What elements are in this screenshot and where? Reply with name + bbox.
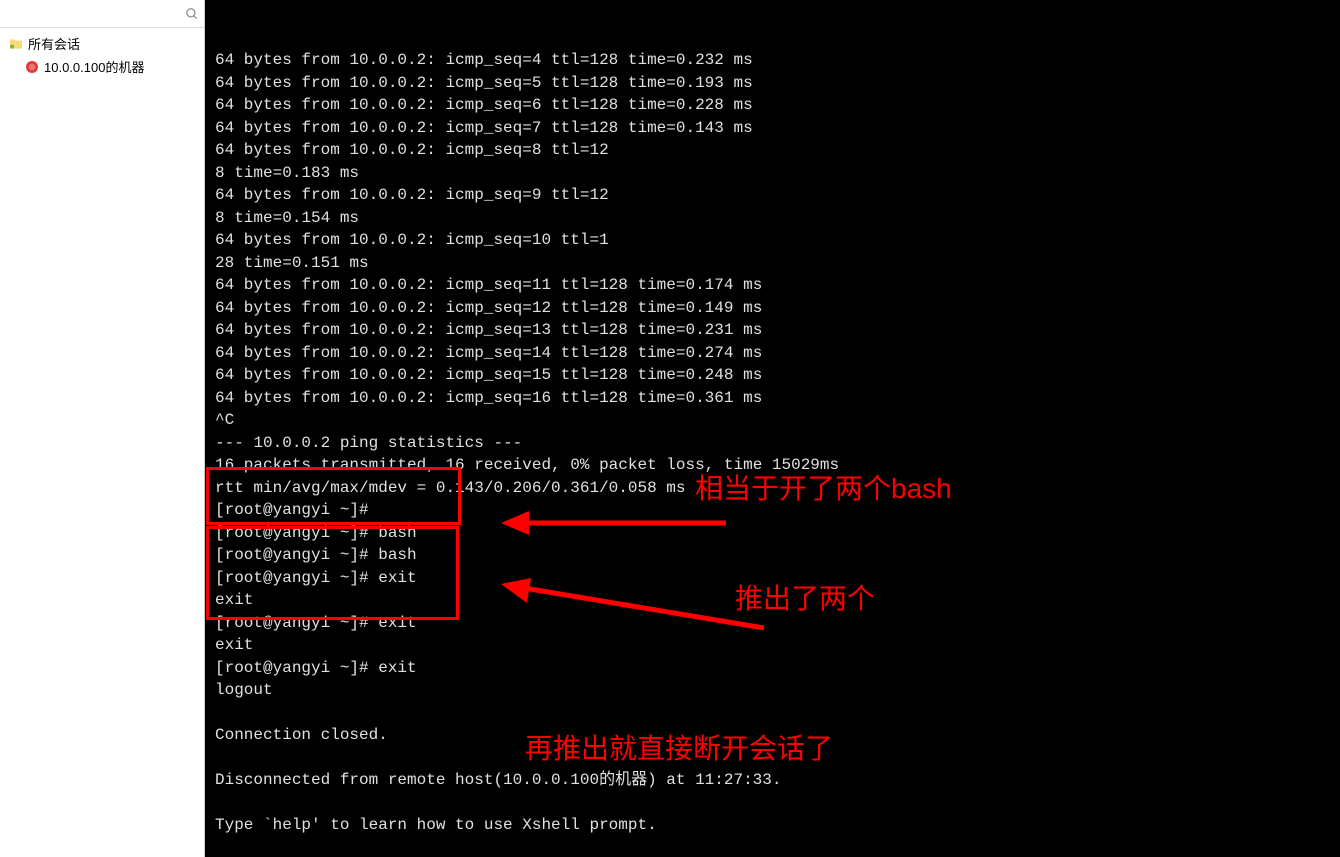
tree-root-label: 所有会话 (28, 34, 80, 53)
sidebar: 所有会话 10.0.0.100的机器 (0, 0, 205, 857)
terminal-line: 64 bytes from 10.0.0.2: icmp_seq=15 ttl=… (215, 364, 1330, 387)
terminal-line: [root@yangyi ~]# bash (215, 522, 1330, 545)
search-icon[interactable] (184, 6, 200, 22)
terminal-line: 64 bytes from 10.0.0.2: icmp_seq=12 ttl=… (215, 297, 1330, 320)
terminal-line: 8 time=0.154 ms (215, 207, 1330, 230)
terminal-line: [root@yangyi ~]# bash (215, 544, 1330, 567)
session-tree: 所有会话 10.0.0.100的机器 (0, 28, 204, 82)
terminal-line: 16 packets transmitted, 16 received, 0% … (215, 454, 1330, 477)
tree-session[interactable]: 10.0.0.100的机器 (0, 55, 204, 78)
terminal-line: Disconnected from remote host(10.0.0.100… (215, 769, 1330, 792)
terminal[interactable]: 64 bytes from 10.0.0.2: icmp_seq=4 ttl=1… (205, 0, 1340, 857)
terminal-line: rtt min/avg/max/mdev = 0.143/0.206/0.361… (215, 477, 1330, 500)
terminal-line: 64 bytes from 10.0.0.2: icmp_seq=16 ttl=… (215, 387, 1330, 410)
search-input[interactable] (4, 3, 184, 25)
search-bar (0, 0, 204, 28)
terminal-line: ^C (215, 409, 1330, 432)
terminal-line: 8 time=0.183 ms (215, 162, 1330, 185)
terminal-line: --- 10.0.0.2 ping statistics --- (215, 432, 1330, 455)
terminal-line: 64 bytes from 10.0.0.2: icmp_seq=10 ttl=… (215, 229, 1330, 252)
terminal-line: exit (215, 634, 1330, 657)
terminal-line: 64 bytes from 10.0.0.2: icmp_seq=4 ttl=1… (215, 49, 1330, 72)
folder-icon (8, 36, 24, 52)
terminal-line: exit (215, 589, 1330, 612)
terminal-line (215, 702, 1330, 725)
terminal-line: [root@yangyi ~]# exit (215, 567, 1330, 590)
terminal-line: 64 bytes from 10.0.0.2: icmp_seq=5 ttl=1… (215, 72, 1330, 95)
terminal-line: 64 bytes from 10.0.0.2: icmp_seq=13 ttl=… (215, 319, 1330, 342)
terminal-line: logout (215, 679, 1330, 702)
tree-session-label: 10.0.0.100的机器 (44, 57, 144, 76)
terminal-line (215, 792, 1330, 815)
terminal-line: 64 bytes from 10.0.0.2: icmp_seq=14 ttl=… (215, 342, 1330, 365)
terminal-line: [root@yangyi ~]# (215, 499, 1330, 522)
terminal-line: [root@yangyi ~]# exit (215, 612, 1330, 635)
terminal-line: 64 bytes from 10.0.0.2: icmp_seq=11 ttl=… (215, 274, 1330, 297)
terminal-line: Connection closed. (215, 724, 1330, 747)
session-icon (24, 59, 40, 75)
terminal-line: 64 bytes from 10.0.0.2: icmp_seq=8 ttl=1… (215, 139, 1330, 162)
terminal-line: [root@yangyi ~]# exit (215, 657, 1330, 680)
tree-root[interactable]: 所有会话 (0, 32, 204, 55)
terminal-line: Type `help' to learn how to use Xshell p… (215, 814, 1330, 837)
terminal-line: 64 bytes from 10.0.0.2: icmp_seq=9 ttl=1… (215, 184, 1330, 207)
terminal-line: 64 bytes from 10.0.0.2: icmp_seq=7 ttl=1… (215, 117, 1330, 140)
terminal-line: 28 time=0.151 ms (215, 252, 1330, 275)
terminal-line: 64 bytes from 10.0.0.2: icmp_seq=6 ttl=1… (215, 94, 1330, 117)
terminal-line (215, 747, 1330, 770)
